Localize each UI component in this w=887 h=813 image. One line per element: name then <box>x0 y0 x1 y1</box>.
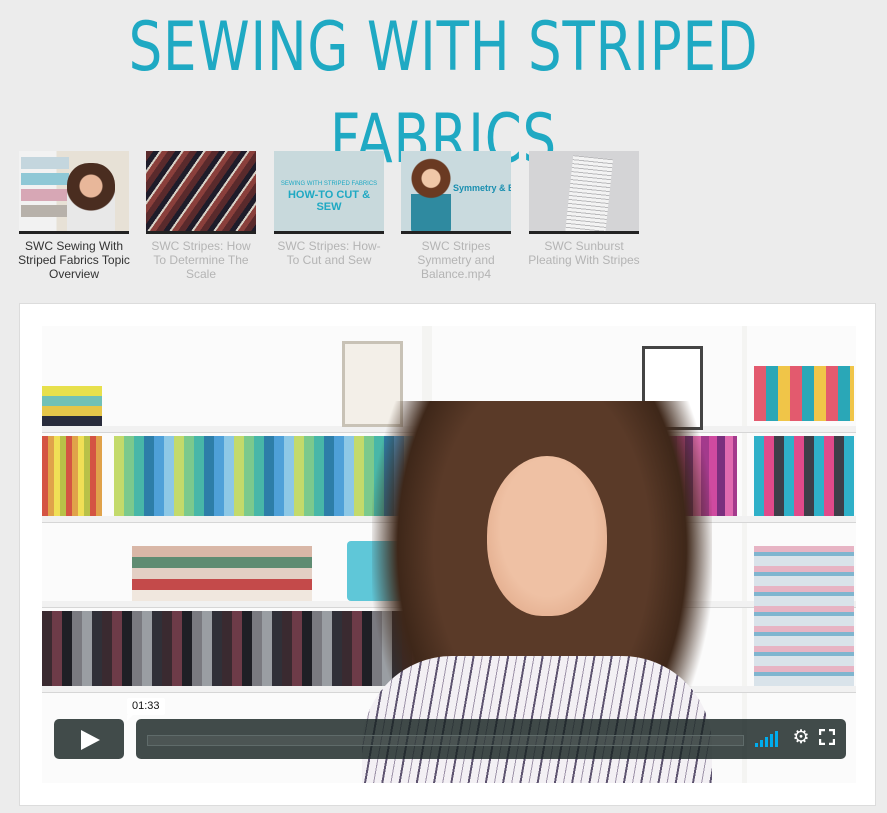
video-player-card: ⚙ 01:33 <box>19 303 876 806</box>
playlist-item-title[interactable]: SWC Sunburst Pleating With Stripes <box>528 239 640 267</box>
presenter-face <box>487 456 607 616</box>
playlist-item-cut-and-sew[interactable]: SEWING WITH STRIPED FABRICS HOW-TO CUT &… <box>273 151 385 267</box>
playlist-item-title[interactable]: SWC Sewing With Striped Fabrics Topic Ov… <box>18 239 130 281</box>
playlist-item-title[interactable]: SWC Stripes: How-To Cut and Sew <box>273 239 385 267</box>
play-button[interactable] <box>54 719 124 759</box>
playlist-item-scale[interactable]: SWC Stripes: How To Determine The Scale <box>145 151 257 281</box>
playlist-item-overview[interactable]: SWC Sewing With Striped Fabrics Topic Ov… <box>18 151 130 281</box>
video-frame[interactable]: ⚙ 01:33 <box>42 326 856 783</box>
fullscreen-icon[interactable] <box>819 729 835 745</box>
video-controls: ⚙ 01:33 <box>54 698 846 759</box>
control-bar: ⚙ <box>136 719 846 759</box>
thumbnail-title: Symmetry & Bala <box>453 183 511 193</box>
thumbnail-subtitle: SEWING WITH STRIPED FABRICS <box>280 181 378 187</box>
thumbnail-title: HOW-TO CUT & SEW <box>287 189 371 213</box>
volume-icon[interactable] <box>755 731 781 747</box>
video-thumbnail[interactable] <box>529 151 639 234</box>
playlist-item-symmetry[interactable]: Symmetry & Bala SWC Stripes Symmetry and… <box>400 151 512 281</box>
timestamp-tooltip: 01:33 <box>127 698 165 721</box>
presenter-image <box>67 163 115 231</box>
playlist-item-sunburst[interactable]: SWC Sunburst Pleating With Stripes <box>528 151 640 267</box>
settings-gear-icon[interactable]: ⚙ <box>791 728 811 748</box>
progress-bar[interactable] <box>147 735 744 746</box>
video-thumbnail[interactable]: SEWING WITH STRIPED FABRICS HOW-TO CUT &… <box>274 151 384 234</box>
doll-image <box>411 155 451 231</box>
play-icon <box>81 730 100 750</box>
video-thumbnail[interactable]: Symmetry & Bala <box>401 151 511 234</box>
video-thumbnail[interactable] <box>146 151 256 234</box>
pleated-fabric-image <box>564 155 614 231</box>
video-thumbnail[interactable] <box>19 151 129 234</box>
playlist-item-title[interactable]: SWC Stripes Symmetry and Balance.mp4 <box>400 239 512 281</box>
playlist-item-title[interactable]: SWC Stripes: How To Determine The Scale <box>145 239 257 281</box>
